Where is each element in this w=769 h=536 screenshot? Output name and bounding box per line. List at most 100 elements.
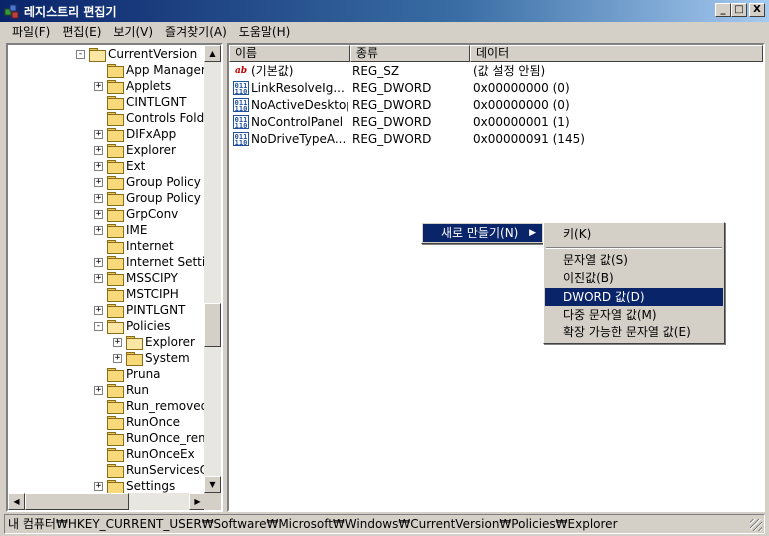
tree-node[interactable]: + Internet Settin <box>94 254 206 270</box>
open-folder-icon <box>107 320 124 334</box>
tree-node[interactable]: + Group Policy <box>94 190 201 206</box>
tree-node[interactable]: + Applets <box>94 78 171 94</box>
tree-node[interactable]: Run_removed <box>94 398 206 414</box>
scroll-down-button[interactable]: ▼ <box>204 476 221 493</box>
tree-node-label: MSSCIPY <box>126 271 178 285</box>
tree-vertical-scroll-thumb[interactable] <box>204 303 221 347</box>
tree-node[interactable]: MSTCIPH <box>94 286 179 302</box>
tree-horizontal-scroll-thumb[interactable] <box>25 493 129 510</box>
tree-node[interactable]: + Explorer <box>94 142 176 158</box>
expand-icon[interactable]: + <box>94 481 103 491</box>
tree-node[interactable]: + DIFxApp <box>94 126 176 142</box>
expand-icon[interactable]: + <box>94 305 103 315</box>
window-title: 레지스트리 편집기 <box>24 4 117 19</box>
maximize-button[interactable]: □ <box>731 3 747 17</box>
tree-node[interactable]: Pruna <box>94 366 161 382</box>
tree-node[interactable]: + MSSCIPY <box>94 270 178 286</box>
expand-icon[interactable]: + <box>94 273 103 283</box>
status-bar: 내 컴퓨터₩HKEY_CURRENT_USER₩Software₩Microso… <box>4 514 765 534</box>
tree-node[interactable]: RunOnce_rem <box>94 430 206 446</box>
submenu-arrow-icon: ▶ <box>529 228 536 238</box>
menu-view[interactable]: 보기(V) <box>107 22 159 42</box>
expand-icon[interactable]: + <box>94 81 103 91</box>
collapse-icon[interactable]: - <box>94 321 103 331</box>
tree-node[interactable]: + Group Policy <box>94 174 201 190</box>
tree-node[interactable]: - CurrentVersion <box>76 46 197 62</box>
current-key-path: 내 컴퓨터₩HKEY_CURRENT_USER₩Software₩Microso… <box>8 517 618 531</box>
folder-icon <box>107 368 124 382</box>
new-binary-value-item[interactable]: 이진값(B) <box>545 269 723 287</box>
resize-grip[interactable] <box>750 519 762 531</box>
tree-node[interactable]: + System <box>113 350 190 366</box>
expand-icon[interactable]: + <box>94 385 103 395</box>
expand-icon[interactable]: + <box>94 225 103 235</box>
value-row[interactable]: ab (기본값) REG_SZ (값 설정 안됨) <box>229 62 748 79</box>
tree-node[interactable]: App Managem <box>94 62 206 78</box>
value-type: REG_SZ <box>352 63 400 78</box>
tree-node[interactable]: + Run <box>94 382 149 398</box>
folder-icon <box>107 128 124 142</box>
value-row[interactable]: 011 110 NoDriveTypeA... REG_DWORD 0x0000009… <box>229 130 748 147</box>
registry-editor-icon <box>4 3 20 19</box>
value-name: LinkResolveIg... <box>251 80 345 95</box>
value-row[interactable]: 011 110 NoControlPanel REG_DWORD 0x00000001… <box>229 113 748 130</box>
tree-node[interactable]: CINTLGNT <box>94 94 187 110</box>
value-type: REG_DWORD <box>352 114 432 129</box>
expand-icon[interactable]: + <box>94 129 103 139</box>
menu-file[interactable]: 파일(F) <box>6 22 56 42</box>
tree-node[interactable]: Internet <box>94 238 174 254</box>
value-row[interactable]: 011 110 NoActiveDesktop REG_DWORD 0x0000000… <box>229 96 748 113</box>
new-key-item[interactable]: 키(K) <box>545 225 723 243</box>
registry-tree-pane[interactable]: - CurrentVersion App Managem + Applets CINTLG… <box>6 43 223 512</box>
tree-node[interactable]: + PINTLGNT <box>94 302 185 318</box>
tree-horizontal-scrollbar[interactable]: ◀ ▶ <box>8 493 206 510</box>
menu-help[interactable]: 도움말(H) <box>233 22 297 42</box>
tree-node[interactable]: + Settings <box>94 478 175 494</box>
column-header-type[interactable]: 종류 <box>350 45 470 62</box>
tree-node[interactable]: + Ext <box>94 158 145 174</box>
folder-icon <box>107 464 124 478</box>
menu-favorites[interactable]: 즐겨찾기(A) <box>159 22 233 42</box>
tree-node[interactable]: Controls Folde <box>94 110 206 126</box>
new-expandable-string-value-item[interactable]: 확장 가능한 문자열 값(E) <box>545 323 723 341</box>
title-bar[interactable]: 레지스트리 편집기 _ □ X <box>0 0 769 22</box>
expand-icon[interactable]: + <box>94 193 103 203</box>
tree-node[interactable]: RunOnceEx <box>94 446 195 462</box>
tree-node[interactable]: + Explorer <box>113 334 195 350</box>
expand-icon[interactable]: + <box>94 145 103 155</box>
menu-edit[interactable]: 편집(E) <box>56 22 107 42</box>
expand-icon[interactable]: + <box>94 161 103 171</box>
new-dword-value-item[interactable]: DWORD 값(D) <box>545 288 723 306</box>
folder-icon <box>107 240 124 254</box>
expand-icon[interactable]: + <box>94 257 103 267</box>
tree-node[interactable]: + GrpConv <box>94 206 178 222</box>
tree-node-label: GrpConv <box>126 207 179 221</box>
tree-node[interactable]: RunOnce <box>94 414 180 430</box>
new-string-value-item[interactable]: 문자열 값(S) <box>545 251 723 269</box>
expand-icon[interactable]: + <box>94 209 103 219</box>
expand-icon[interactable]: + <box>94 177 103 187</box>
close-button[interactable]: X <box>749 3 765 17</box>
new-multi-string-value-item[interactable]: 다중 문자열 값(M) <box>545 306 723 324</box>
scroll-up-button[interactable]: ▲ <box>204 45 221 62</box>
collapse-icon[interactable]: - <box>76 49 85 59</box>
tree-node[interactable]: - Policies <box>94 318 170 334</box>
tree-node[interactable]: + IME <box>94 222 147 238</box>
folder-icon <box>107 432 124 446</box>
new-menu-item[interactable]: 새로 만들기(N) ▶ <box>423 224 542 242</box>
tree-node-label: RunOnceEx <box>126 447 195 461</box>
tree-node-label: App Managem <box>126 63 206 77</box>
tree-node-label: RunOnce <box>126 415 181 429</box>
column-header-name[interactable]: 이름 <box>229 45 350 62</box>
column-header-data[interactable]: 데이터 <box>470 45 763 62</box>
folder-icon <box>107 80 124 94</box>
value-row[interactable]: 011 110 LinkResolveIg... REG_DWORD 0x000000… <box>229 79 748 96</box>
tree-node[interactable]: RunServicesO <box>94 462 206 478</box>
expand-icon[interactable]: + <box>113 337 122 347</box>
minimize-button[interactable]: _ <box>715 3 731 17</box>
folder-icon <box>107 304 124 318</box>
expand-icon[interactable]: + <box>113 353 122 363</box>
open-folder-icon <box>89 48 106 62</box>
tree-vertical-scrollbar[interactable]: ▲ ▼ <box>204 45 221 493</box>
scroll-left-button[interactable]: ◀ <box>8 493 25 510</box>
